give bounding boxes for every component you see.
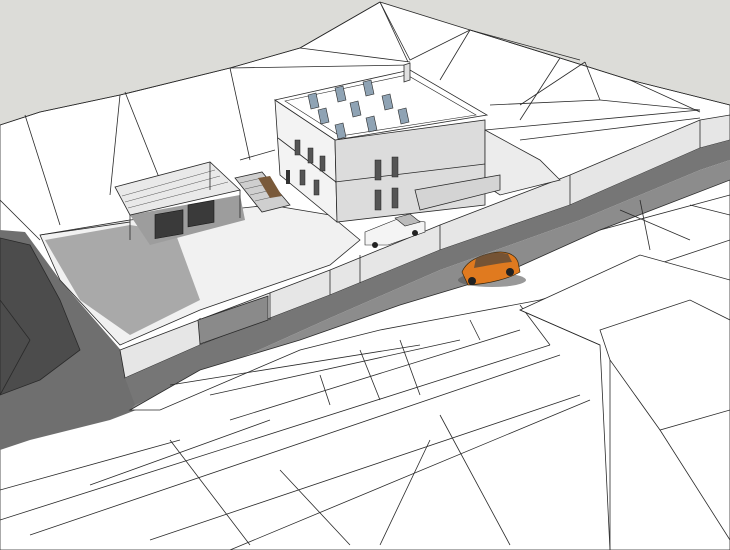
window (391, 187, 399, 209)
3d-site-model-view[interactable] (0, 0, 730, 550)
window (294, 139, 301, 156)
window (299, 169, 306, 186)
window (307, 147, 314, 164)
person-figure (286, 170, 290, 184)
window (319, 155, 326, 172)
window (374, 159, 382, 181)
roof-access-box (403, 62, 411, 83)
window (391, 156, 399, 178)
parked-car-1 (154, 209, 184, 240)
parked-car-2 (187, 199, 215, 228)
window (313, 179, 320, 196)
window (374, 189, 382, 211)
